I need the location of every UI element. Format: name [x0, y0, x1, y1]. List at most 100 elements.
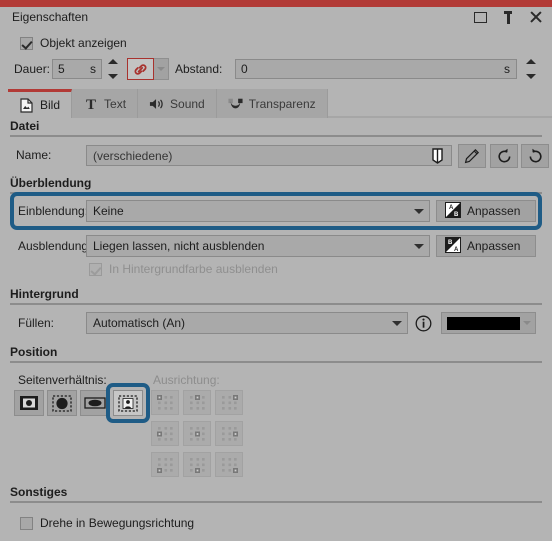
svg-text:A: A [449, 205, 454, 211]
section-position: Position [10, 345, 542, 363]
chevron-down-icon [409, 243, 429, 249]
section-rule [10, 303, 542, 305]
duration-value: 5 [58, 62, 65, 76]
pencil-icon [464, 148, 480, 164]
aspect-fit-icon [118, 394, 138, 412]
ausblendung-anpassen-button[interactable]: B A Anpassen [436, 235, 536, 257]
button-label: Anpassen [467, 239, 521, 253]
background-color-picker[interactable] [441, 312, 536, 334]
aspect-ratio-label: Seitenverhältnis: [18, 373, 107, 387]
svg-text:B: B [454, 212, 459, 218]
chevron-down-icon [387, 320, 407, 326]
distance-value: 0 [241, 62, 248, 76]
show-object-label: Objekt anzeigen [40, 36, 127, 50]
chevron-up-icon [525, 59, 536, 64]
align-bottom-right-icon [221, 457, 238, 473]
ausblendung-label: Ausblendung: [18, 239, 92, 253]
aspect-stretch-button[interactable] [80, 390, 110, 416]
section-datei: Datei [10, 119, 542, 137]
tab-label: Sound [170, 96, 205, 111]
background-fade-checkbox: In Hintergrundfarbe ausblenden [89, 262, 278, 276]
align-top-left-icon [156, 394, 173, 410]
link-dropdown-button[interactable] [154, 58, 169, 80]
einblendung-select[interactable]: Keine [86, 200, 430, 222]
align-middle-right-icon [221, 426, 238, 441]
section-title: Position [10, 345, 58, 359]
svg-text:B: B [448, 240, 453, 246]
info-button[interactable] [412, 312, 434, 334]
einblendung-label: Einblendung: [18, 204, 89, 218]
tab-label: Transparenz [248, 96, 316, 111]
chevron-down-icon [157, 67, 165, 71]
rotate-direction-checkbox[interactable]: Drehe in Bewegungsrichtung [20, 516, 194, 530]
chain-link-icon [134, 63, 147, 75]
rotate-right-icon [529, 148, 542, 162]
text-icon: T [83, 96, 98, 112]
edit-button[interactable] [458, 144, 486, 168]
close-button[interactable] [528, 8, 544, 26]
align-top-center-button [183, 390, 211, 415]
align-top-center-icon [189, 394, 205, 410]
distance-unit: s [504, 62, 510, 76]
color-swatch [447, 316, 520, 330]
rotate-left-button[interactable] [490, 144, 518, 168]
close-icon [530, 11, 542, 23]
section-sonstiges: Sonstiges [10, 485, 542, 503]
tab-label: Text [104, 96, 127, 111]
aspect-stretch-icon [84, 397, 106, 409]
window-controls [472, 8, 544, 26]
chevron-down-icon [107, 74, 118, 79]
ausblendung-select[interactable]: Liegen lassen, nicht ausblenden [86, 235, 430, 257]
name-input[interactable]: (verschiedene) [86, 145, 452, 166]
aspect-original-button[interactable] [14, 390, 44, 416]
fade-in-icon: A B [445, 201, 461, 221]
fuellen-select[interactable]: Automatisch (An) [86, 312, 408, 334]
checkbox-box [89, 262, 102, 276]
aspect-original-icon [20, 396, 38, 410]
chevron-down-icon [409, 208, 429, 214]
restore-button[interactable] [472, 8, 488, 26]
fuellen-value: Automatisch (An) [93, 316, 186, 330]
name-value: (verschiedene) [93, 148, 173, 163]
section-hintergrund: Hintergrund [10, 287, 542, 305]
chevron-down-icon [520, 321, 535, 325]
tab-sound[interactable]: Sound [138, 89, 217, 118]
properties-panel: Eigenschaften Objekt anzeigen Dauer: 5 s [0, 0, 552, 541]
einblendung-value: Keine [93, 204, 124, 218]
aspect-fill-button[interactable] [47, 390, 77, 416]
crop-icon [431, 147, 443, 164]
align-bottom-left-button [151, 452, 179, 477]
ausblendung-value: Liegen lassen, nicht ausblenden [93, 239, 265, 253]
rotate-right-button[interactable] [521, 144, 549, 168]
background-fade-label: In Hintergrundfarbe ausblenden [109, 262, 278, 276]
rotate-left-icon [497, 148, 510, 162]
distance-stepper[interactable] [524, 59, 537, 79]
section-title: Überblendung [10, 176, 92, 190]
section-rule [10, 501, 542, 503]
distance-label: Abstand: [175, 62, 223, 76]
checkbox-box [20, 36, 33, 50]
crop-button[interactable] [425, 145, 450, 166]
tab-bild[interactable]: Bild [8, 89, 73, 118]
align-top-left-button [151, 390, 179, 415]
einblendung-anpassen-button[interactable]: A B Anpassen [436, 200, 536, 222]
tab-text[interactable]: T Text [72, 89, 139, 118]
link-toggle-button[interactable] [127, 58, 154, 80]
section-ueberblendung: Überblendung [10, 176, 542, 194]
name-label: Name: [16, 148, 52, 162]
duration-stepper[interactable] [106, 59, 119, 79]
pin-button[interactable] [500, 8, 516, 26]
aspect-fit-button[interactable] [113, 390, 143, 416]
align-middle-center-icon [189, 426, 205, 441]
distance-input[interactable]: 0 s [235, 59, 517, 79]
duration-input[interactable]: 5 s [52, 59, 102, 79]
svg-text:A: A [454, 247, 459, 253]
align-middle-left-button [151, 421, 179, 446]
align-middle-left-icon [156, 426, 173, 441]
transparency-icon [228, 96, 243, 112]
show-object-checkbox[interactable]: Objekt anzeigen [20, 36, 127, 50]
align-bottom-right-button [215, 452, 243, 477]
chevron-down-icon [525, 74, 536, 79]
tab-transparenz[interactable]: Transparenz [216, 89, 328, 118]
rotate-direction-label: Drehe in Bewegungsrichtung [40, 516, 195, 530]
